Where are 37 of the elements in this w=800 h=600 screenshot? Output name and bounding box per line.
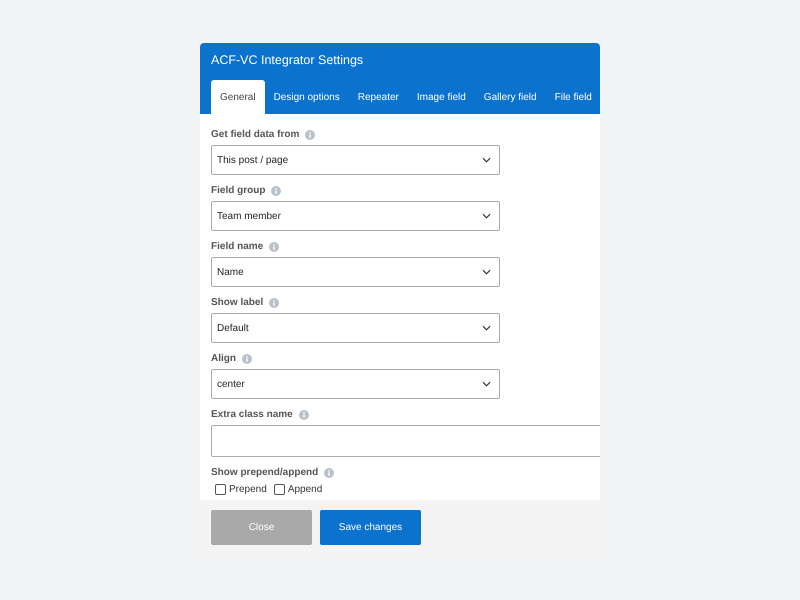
chevron-down-icon — [482, 325, 491, 331]
select-dropdown[interactable]: center — [211, 369, 500, 399]
field-label: Show prepend/append — [211, 467, 318, 478]
field-label: Field group — [211, 185, 266, 196]
tab[interactable]: Design options — [264, 80, 349, 114]
info-icon[interactable] — [298, 410, 309, 420]
input-field[interactable] — [211, 425, 600, 457]
checkbox-label: Append — [288, 484, 322, 495]
chevron-down-icon — [482, 213, 491, 219]
select-dropdown[interactable]: Name — [211, 257, 500, 287]
select-dropdown[interactable]: Default — [211, 313, 500, 343]
window-title: ACF-VC Integrator Settings — [211, 52, 364, 67]
tab[interactable]: Gallery field — [474, 80, 546, 114]
field-label: Field name — [211, 241, 264, 252]
tab[interactable]: General — [211, 80, 265, 114]
field-label: Show label — [211, 297, 264, 308]
checkbox[interactable] — [215, 484, 226, 495]
select-dropdown[interactable]: Team member — [211, 201, 500, 231]
info-icon[interactable] — [305, 130, 316, 140]
chevron-down-icon — [482, 157, 491, 163]
tab[interactable]: Image field — [408, 80, 475, 114]
info-icon[interactable] — [271, 186, 282, 196]
field-label: Align — [211, 353, 236, 364]
info-icon[interactable] — [269, 242, 280, 252]
save-button[interactable]: Save changes — [320, 510, 421, 545]
tab[interactable]: Repeater — [348, 80, 408, 114]
checkbox-label: Prepend — [229, 484, 267, 495]
chevron-down-icon — [482, 269, 491, 275]
info-icon[interactable] — [269, 298, 280, 308]
info-icon[interactable] — [242, 354, 252, 364]
chevron-down-icon — [482, 381, 491, 387]
field-label: Get field data from — [211, 129, 300, 140]
info-icon[interactable] — [324, 468, 334, 478]
checkbox[interactable] — [274, 484, 285, 495]
select-dropdown[interactable]: This post / page — [211, 145, 500, 175]
tab[interactable]: File field — [546, 80, 600, 114]
field-label: Extra class name — [211, 409, 293, 420]
